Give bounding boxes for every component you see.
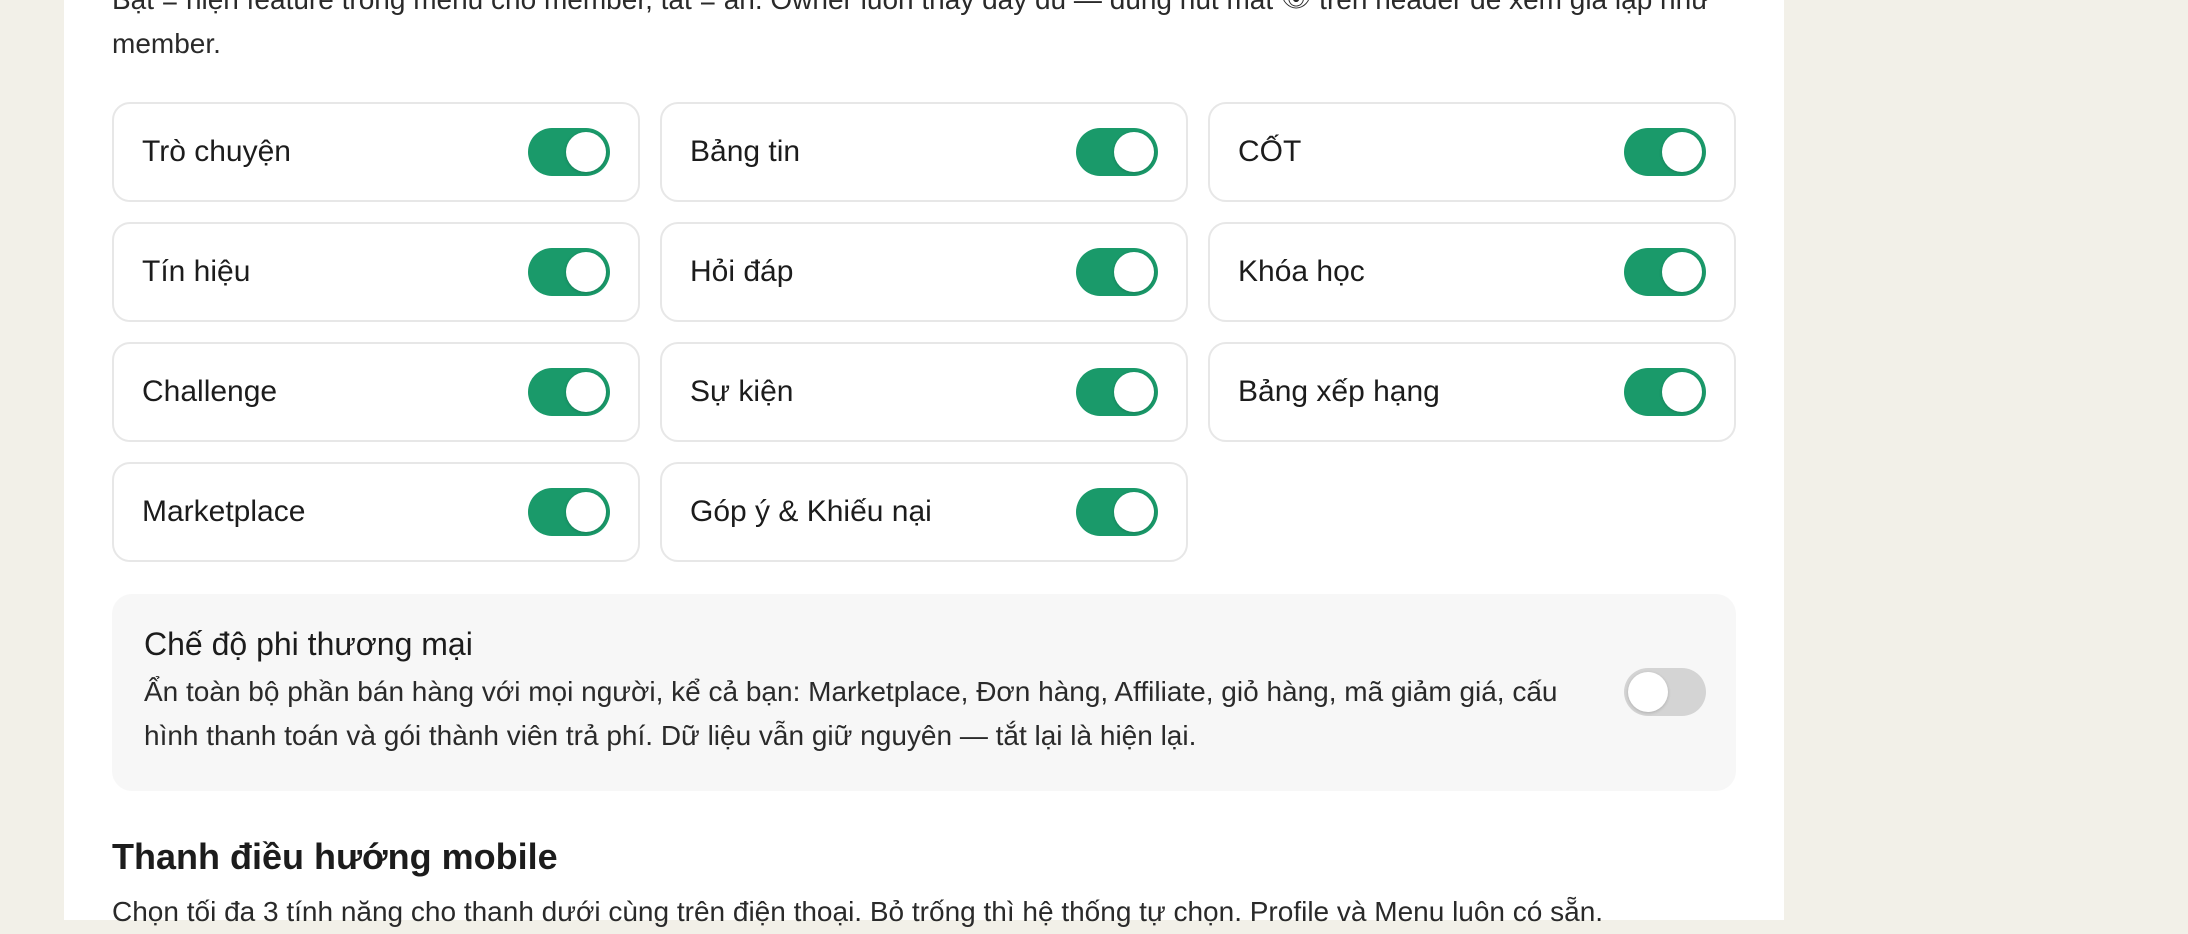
- feature-label: Góp ý & Khiếu nại: [690, 495, 932, 528]
- feature-label: Khóa học: [1238, 255, 1365, 288]
- mobile-navigation-description: Chọn tối đa 3 tính năng cho thanh dưới c…: [112, 896, 1604, 927]
- feature-card-feedback: Góp ý & Khiếu nại: [660, 462, 1188, 562]
- feature-toggle-leaderboard[interactable]: [1624, 368, 1706, 416]
- feature-label: Bảng xếp hạng: [1238, 375, 1440, 408]
- feature-card-events: Sự kiện: [660, 342, 1188, 442]
- feature-label: Challenge: [142, 375, 278, 408]
- toggle-knob: [1662, 132, 1702, 172]
- noncommercial-mode-section: Chế độ phi thương mại Ẩn toàn bộ phần bá…: [112, 594, 1736, 791]
- feature-toggle-events[interactable]: [1076, 368, 1158, 416]
- toggle-knob: [1662, 372, 1702, 412]
- noncommercial-mode-title: Chế độ phi thương mại: [144, 626, 473, 662]
- feature-toggle-feedback[interactable]: [1076, 488, 1158, 536]
- feature-toggle-grid: Trò chuyện Bảng tin CỐT Tín hiệu Hỏi đáp…: [112, 102, 1736, 562]
- feature-toggle-qa[interactable]: [1076, 248, 1158, 296]
- feature-label: Marketplace: [142, 495, 306, 528]
- feature-toggle-challenge[interactable]: [528, 368, 610, 416]
- feature-label: Bảng tin: [690, 135, 801, 168]
- feature-card-marketplace: Marketplace: [112, 462, 640, 562]
- feature-card-cot: CỐT: [1208, 102, 1736, 202]
- toggle-knob: [566, 132, 606, 172]
- help-text-before-icon: Bật = hiện feature trong menu cho member…: [112, 0, 1281, 15]
- mobile-navigation-title: Thanh điều hướng mobile: [112, 836, 558, 877]
- feature-card-courses: Khóa học: [1208, 222, 1736, 322]
- feature-toggle-marketplace[interactable]: [528, 488, 610, 536]
- feature-label: CỐT: [1238, 135, 1302, 168]
- feature-toggle-courses[interactable]: [1624, 248, 1706, 296]
- feature-card-feed: Bảng tin: [660, 102, 1188, 202]
- feature-card-qa: Hỏi đáp: [660, 222, 1188, 322]
- feature-toggle-signals[interactable]: [528, 248, 610, 296]
- toggle-knob: [1114, 492, 1154, 532]
- toggle-knob: [1114, 372, 1154, 412]
- toggle-knob: [1114, 132, 1154, 172]
- toggle-knob: [566, 252, 606, 292]
- toggle-knob: [1628, 672, 1668, 712]
- feature-card-chat: Trò chuyện: [112, 102, 640, 202]
- toggle-knob: [566, 492, 606, 532]
- settings-panel: Bật = hiện feature trong menu cho member…: [64, 0, 1784, 927]
- feature-label: Trò chuyện: [142, 135, 291, 168]
- feature-label: Hỏi đáp: [690, 255, 794, 288]
- feature-card-signals: Tín hiệu: [112, 222, 640, 322]
- feature-label: Tín hiệu: [142, 255, 251, 288]
- feature-toggle-feed[interactable]: [1076, 128, 1158, 176]
- feature-visibility-help-text: Bật = hiện feature trong menu cho member…: [112, 0, 1752, 66]
- noncommercial-mode-toggle[interactable]: [1624, 668, 1706, 716]
- feature-card-challenge: Challenge: [112, 342, 640, 442]
- toggle-knob: [1662, 252, 1702, 292]
- feature-label: Sự kiện: [690, 375, 794, 408]
- feature-card-leaderboard: Bảng xếp hạng: [1208, 342, 1736, 442]
- feature-toggle-chat[interactable]: [528, 128, 610, 176]
- toggle-knob: [566, 372, 606, 412]
- feature-toggle-cot[interactable]: [1624, 128, 1706, 176]
- toggle-knob: [1114, 252, 1154, 292]
- noncommercial-mode-description: Ẩn toàn bộ phần bán hàng với mọi người, …: [144, 676, 1558, 751]
- eye-icon: 👁: [1281, 0, 1311, 22]
